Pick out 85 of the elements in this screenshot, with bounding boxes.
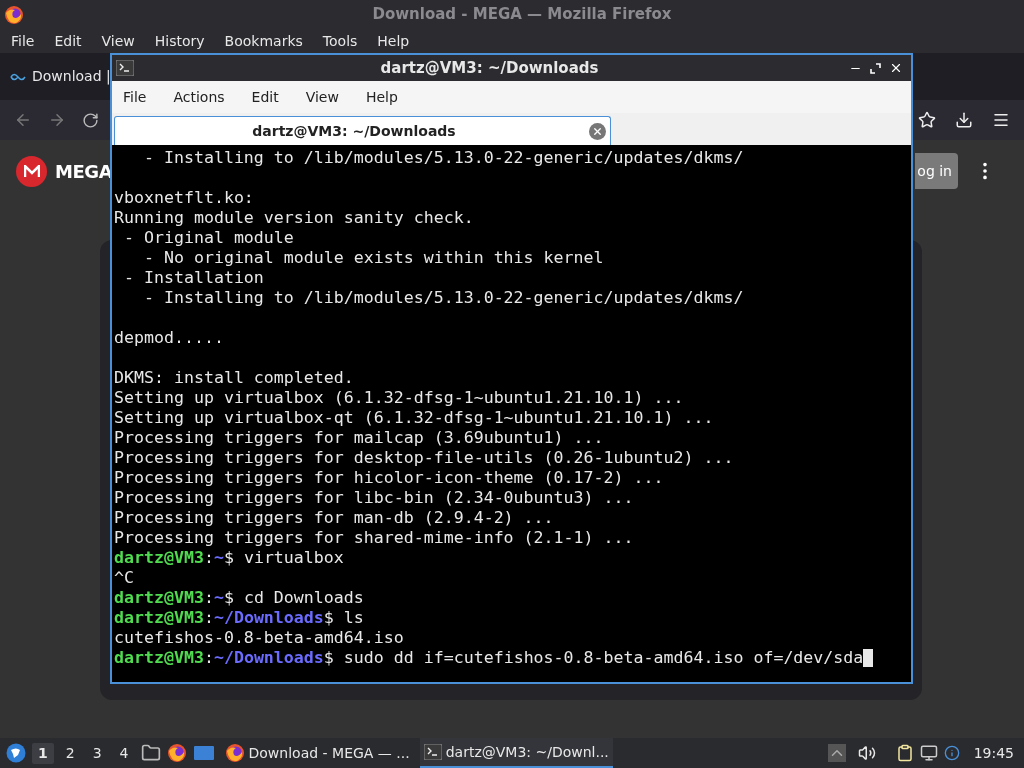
tray-expand-icon[interactable] [827, 744, 846, 762]
volume-icon[interactable] [857, 744, 876, 762]
workspace-button[interactable]: 4 [113, 742, 135, 764]
command-text: $ cd Downloads [223, 588, 364, 608]
terminal-line: - Installing to /lib/modules/5.13.0-22-generic/updates/dkms/ [142, 288, 745, 308]
task-label: dartz@VM3: ~/Downl... [445, 742, 609, 762]
terminal-line: ^C [114, 568, 135, 588]
maximize-icon[interactable] [870, 62, 881, 74]
browser-tab[interactable]: Download | [32, 66, 111, 87]
prompt-path: ~/Downloads [213, 608, 324, 628]
command-text: $ virtualbox [223, 548, 344, 568]
command-text: $ sudo dd if=cutefishos-0.8-beta-amd64.iso of=/dev/sda [323, 648, 864, 668]
firefox-launcher-icon [166, 743, 187, 763]
terminal-line: vboxnetflt.ko: [114, 188, 255, 208]
terminal-line: depmod..... [114, 328, 225, 348]
terminal-line: Running module version sanity check. [114, 208, 475, 228]
terminal-tab[interactable]: dartz@VM3: ~/Downloads [114, 116, 611, 145]
prompt-separator: : [203, 648, 214, 668]
terminal-line: - Installation [123, 268, 265, 288]
terminal-line: - Original module [123, 228, 295, 248]
taskbar-task[interactable]: dartz@VM3: ~/Downl... [419, 738, 613, 768]
task-label: Download - MEGA — ... [248, 743, 410, 763]
menu-item[interactable]: Edit [251, 86, 279, 108]
menu-item[interactable]: Edit [54, 30, 82, 52]
terminal-icon [423, 744, 442, 760]
notification-icon[interactable] [943, 745, 960, 761]
tab-close-button[interactable] [589, 122, 606, 140]
command-text: $ ls [323, 608, 364, 628]
menu-item[interactable]: Help [365, 86, 398, 108]
close-icon [592, 125, 603, 137]
prompt-user: dartz@VM3 [114, 608, 204, 628]
prompt-separator: : [203, 608, 214, 628]
prompt-separator: : [203, 588, 214, 608]
terminal-line: DKMS: install completed. [114, 368, 355, 388]
terminal-line: Setting up virtualbox-qt (6.1.32-dfsg-1~ubuntu1.21.10.1) ... [114, 408, 715, 428]
menu-item[interactable]: Bookmarks [224, 30, 303, 52]
terminal-line: Processing triggers for libc-bin (2.34-0ubuntu3) ... [114, 488, 635, 508]
menu-item[interactable]: Tools [322, 30, 358, 52]
window-title: Download - MEGA — Mozilla Firefox [371, 4, 673, 26]
terminal-title: dartz@VM3: ~/Downloads [379, 57, 600, 79]
terminal-line: Setting up virtualbox (6.1.32-dfsg-1~ubuntu1.21.10.1) ... [114, 388, 685, 408]
start-menu-icon[interactable] [6, 743, 26, 763]
prompt-user: dartz@VM3 [114, 548, 204, 568]
prompt-user: dartz@VM3 [114, 588, 204, 608]
menu-item[interactable]: History [154, 30, 205, 52]
terminal-line: - Installing to /lib/modules/5.13.0-22-generic/updates/dkms/ [142, 148, 745, 168]
bookmark-star-icon[interactable] [918, 111, 936, 129]
back-icon[interactable] [14, 111, 32, 129]
prompt-path: ~ [213, 588, 224, 608]
terminal-line: Processing triggers for shared-mime-info (2.1-1) ... [114, 528, 635, 548]
prompt-separator: : [203, 548, 214, 568]
taskbar-task[interactable]: Download - MEGA — ... [220, 738, 414, 768]
mega-logo-icon [16, 155, 47, 187]
firefox-icon [4, 4, 24, 25]
terminal-line: Processing triggers for desktop-file-utils (0.26-1ubuntu2) ... [114, 448, 735, 468]
terminal-line: Processing triggers for mailcap (3.69ubuntu1) ... [114, 428, 605, 448]
window-icon[interactable] [192, 744, 215, 762]
workspace-button[interactable]: 2 [59, 742, 81, 764]
clipboard-icon[interactable] [895, 744, 914, 762]
menu-icon[interactable] [992, 111, 1010, 129]
prompt-user: dartz@VM3 [114, 648, 204, 668]
menu-item[interactable]: View [101, 30, 135, 52]
logo-text: MEGA [55, 159, 113, 184]
terminal-icon [116, 60, 134, 76]
firefox-icon [224, 743, 245, 763]
forward-icon[interactable] [48, 111, 66, 129]
clock[interactable]: 19:45 [973, 742, 1014, 764]
menu-item[interactable]: Actions [173, 86, 225, 108]
workspace-button[interactable]: 3 [86, 742, 108, 764]
menu-item[interactable]: File [11, 30, 35, 52]
close-icon[interactable] [889, 61, 903, 75]
reload-icon[interactable] [82, 111, 99, 129]
terminal-line: cutefishos-0.8-beta-amd64.iso [114, 628, 405, 648]
menu-item[interactable]: Help [377, 30, 410, 52]
terminal-line: - No original module exists within this kernel [142, 248, 605, 268]
prompt-path: ~ [213, 548, 224, 568]
download-icon[interactable] [955, 111, 973, 129]
terminal-line: Processing triggers for man-db (2.9.4-2) ... [114, 508, 555, 528]
menu-item[interactable]: View [305, 86, 339, 108]
terminal-line: Processing triggers for hicolor-icon-theme (0.17-2) ... [114, 468, 665, 488]
workspace-button[interactable]: 1 [32, 742, 54, 764]
file-manager-icon[interactable] [140, 743, 161, 763]
login-button[interactable]: og in [915, 153, 958, 189]
prompt-path: ~/Downloads [213, 648, 324, 668]
menu-item[interactable]: File [123, 86, 147, 108]
